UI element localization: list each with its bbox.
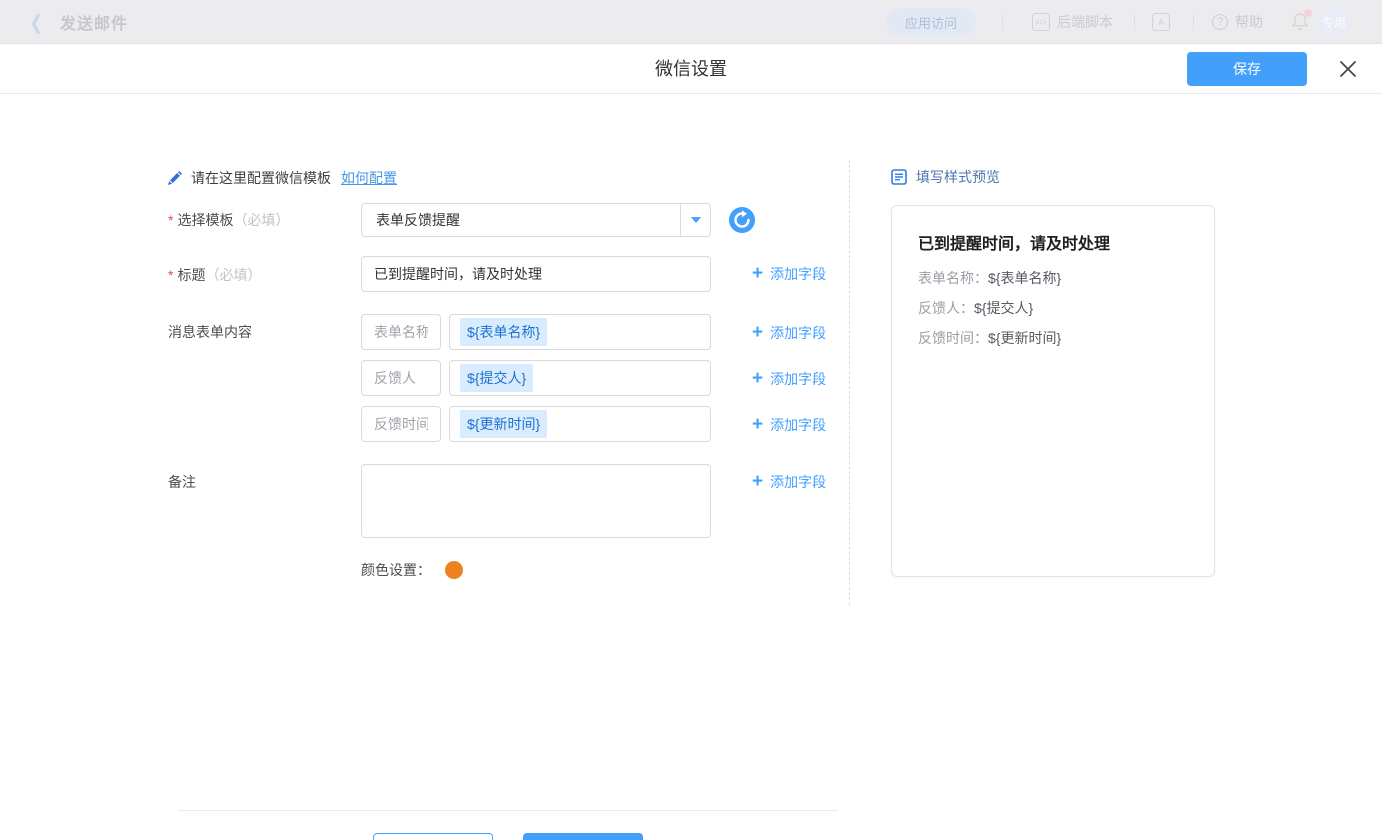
back-chevron-icon[interactable]: ❮ bbox=[30, 0, 43, 44]
avatar[interactable]: 专用 bbox=[1318, 6, 1350, 38]
topbar-divider bbox=[1193, 14, 1194, 30]
token-input[interactable]: ${提交人} bbox=[449, 360, 711, 396]
topbar: ❮ 发送邮件 应用访问 </> 后端脚本 A ? 帮助 专用 bbox=[0, 0, 1382, 44]
required-asterisk: * bbox=[168, 212, 173, 228]
plus-icon: + bbox=[752, 416, 763, 434]
preview-card: 已到提醒时间，请及时处理 表单名称：${表单名称} 反馈人：${提交人} 反馈时… bbox=[891, 205, 1215, 577]
plus-icon: + bbox=[752, 473, 763, 491]
pencil-icon bbox=[168, 171, 182, 185]
remark-label: 备注 bbox=[168, 472, 196, 492]
title-input[interactable] bbox=[361, 256, 711, 292]
template-label: *选择模板（必填） bbox=[168, 210, 289, 230]
preview-line-value: ${提交人} bbox=[974, 300, 1033, 316]
plus-icon: + bbox=[752, 324, 763, 342]
add-field-button[interactable]: + 添加字段 bbox=[752, 264, 826, 284]
section-divider bbox=[849, 160, 850, 605]
token-input[interactable]: ${表单名称} bbox=[449, 314, 711, 350]
preview-line: 表单名称：${表单名称} bbox=[918, 269, 1188, 287]
notification-bell-icon[interactable] bbox=[1290, 11, 1310, 36]
add-field-label: 添加字段 bbox=[770, 323, 826, 343]
close-button[interactable] bbox=[1336, 57, 1360, 81]
topbar-divider bbox=[1002, 14, 1003, 30]
page-title: 发送邮件 bbox=[60, 0, 128, 44]
preview-line: 反馈人：${提交人} bbox=[918, 299, 1188, 317]
modal-header: 微信设置 保存 bbox=[0, 44, 1382, 94]
field-name-input[interactable] bbox=[361, 360, 441, 396]
app-access-button[interactable]: 应用访问 bbox=[886, 8, 976, 36]
token-chip[interactable]: ${更新时间} bbox=[460, 410, 547, 438]
preview-header: 填写样式预览 bbox=[891, 167, 1000, 187]
how-to-config-link[interactable]: 如何配置 bbox=[341, 168, 397, 188]
add-field-button[interactable]: + 添加字段 bbox=[752, 472, 826, 492]
template-select-value: 表单反馈提醒 bbox=[362, 204, 680, 236]
add-field-label: 添加字段 bbox=[770, 415, 826, 435]
color-setting-label: 颜色设置： bbox=[361, 560, 431, 580]
title-label: *标题（必填） bbox=[168, 265, 261, 285]
chevron-down-icon bbox=[691, 217, 701, 223]
add-field-label: 添加字段 bbox=[770, 472, 826, 492]
document-icon bbox=[891, 169, 907, 185]
translate-icon: A bbox=[1152, 13, 1170, 31]
modal-body: 请在这里配置微信模板 如何配置 *选择模板（必填） 表单反馈提醒 *标题（必填） bbox=[0, 94, 1382, 840]
add-field-button[interactable]: + 添加字段 bbox=[752, 323, 826, 343]
token-input[interactable]: ${更新时间} bbox=[449, 406, 711, 442]
code-icon: </> bbox=[1032, 13, 1050, 31]
preview-line-value: ${更新时间} bbox=[988, 330, 1061, 346]
add-field-label: 添加字段 bbox=[770, 264, 826, 284]
wechat-settings-modal: 微信设置 保存 请在这里配置微信模板 如何配置 *选择模板（必填） 表单反馈提醒 bbox=[0, 44, 1382, 840]
plus-icon: + bbox=[752, 265, 763, 283]
add-field-button[interactable]: + 添加字段 bbox=[752, 415, 826, 435]
topbar-divider bbox=[1134, 14, 1135, 30]
color-swatch[interactable] bbox=[445, 561, 463, 579]
translate-button[interactable]: A bbox=[1152, 0, 1177, 44]
close-icon bbox=[1338, 59, 1358, 79]
preview-line-label: 反馈人： bbox=[918, 300, 974, 316]
preview-line: 反馈时间：${更新时间} bbox=[918, 329, 1188, 347]
token-chip[interactable]: ${表单名称} bbox=[460, 318, 547, 346]
refresh-button[interactable] bbox=[729, 207, 755, 233]
remark-textarea[interactable] bbox=[361, 464, 711, 538]
preview-line-label: 反馈时间： bbox=[918, 330, 988, 346]
preview-card-title: 已到提醒时间，请及时处理 bbox=[918, 230, 1188, 254]
restore-default-button[interactable]: 恢复默认 bbox=[523, 833, 643, 840]
question-icon: ? bbox=[1212, 14, 1228, 30]
plus-icon: + bbox=[752, 370, 763, 388]
config-hint-row: 请在这里配置微信模板 如何配置 bbox=[168, 168, 397, 188]
content-label: 消息表单内容 bbox=[168, 322, 252, 342]
token-chip[interactable]: ${提交人} bbox=[460, 364, 533, 392]
add-field-button[interactable]: + 添加字段 bbox=[752, 369, 826, 389]
test-button[interactable]: 测试 bbox=[373, 833, 493, 840]
modal-title: 微信设置 bbox=[0, 44, 1382, 94]
backend-script-button[interactable]: </> 后端脚本 bbox=[1032, 0, 1113, 44]
template-select[interactable]: 表单反馈提醒 bbox=[361, 203, 711, 237]
preview-line-label: 表单名称： bbox=[918, 270, 988, 286]
save-button[interactable]: 保存 bbox=[1187, 52, 1307, 86]
color-setting-row: 颜色设置： bbox=[361, 560, 463, 580]
refresh-icon bbox=[729, 207, 755, 233]
select-caret-box[interactable] bbox=[680, 204, 710, 236]
required-asterisk: * bbox=[168, 267, 173, 283]
field-name-input[interactable] bbox=[361, 406, 441, 442]
preview-header-label: 填写样式预览 bbox=[916, 167, 1000, 187]
add-field-label: 添加字段 bbox=[770, 369, 826, 389]
preview-line-value: ${表单名称} bbox=[988, 270, 1061, 286]
field-name-input[interactable] bbox=[361, 314, 441, 350]
notification-dot bbox=[1304, 9, 1312, 17]
help-button[interactable]: ? 帮助 bbox=[1212, 0, 1263, 44]
hint-text: 请在这里配置微信模板 bbox=[191, 168, 331, 188]
footer-divider bbox=[178, 810, 838, 811]
help-label: 帮助 bbox=[1235, 12, 1263, 32]
backend-script-label: 后端脚本 bbox=[1057, 12, 1113, 32]
